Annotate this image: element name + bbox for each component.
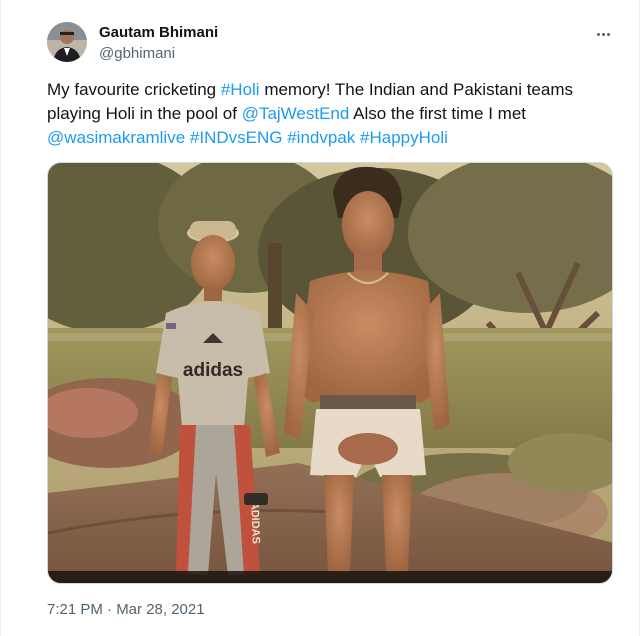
author-name[interactable]: Gautam Bhimani <box>99 24 218 41</box>
more-dot <box>606 32 610 36</box>
tweet-text: My favourite cricketing #Holi memory! Th… <box>47 78 607 150</box>
author-avatar[interactable] <box>47 22 87 62</box>
profile-avatar-image <box>47 22 87 62</box>
more-options-icon[interactable] <box>592 24 614 44</box>
tweet-text-segment: Also the first time I met <box>349 104 527 123</box>
mention-link[interactable]: @TajWestEnd <box>242 104 350 123</box>
tweet-text-segment: My favourite cricketing <box>47 80 221 99</box>
author-handle[interactable]: @gbhimani <box>99 45 175 62</box>
tweet-photo[interactable]: adidas ADIDAS <box>47 162 613 584</box>
hashtag-link[interactable]: #HappyHoli <box>360 128 448 147</box>
hashtag-link[interactable]: #Holi <box>221 80 260 99</box>
more-dot <box>596 32 600 36</box>
tweet-timestamp[interactable]: 7:21 PM · Mar 28, 2021 <box>47 601 205 618</box>
tweet-card: Gautam Bhimani @gbhimani My favourite cr… <box>0 0 640 636</box>
more-dot <box>601 32 605 36</box>
mention-link[interactable]: @wasimakramlive <box>47 128 185 147</box>
hashtag-link[interactable]: #INDvsENG <box>190 128 283 147</box>
hashtag-link[interactable]: #indvpak <box>287 128 355 147</box>
photo-image: adidas ADIDAS <box>48 163 612 583</box>
